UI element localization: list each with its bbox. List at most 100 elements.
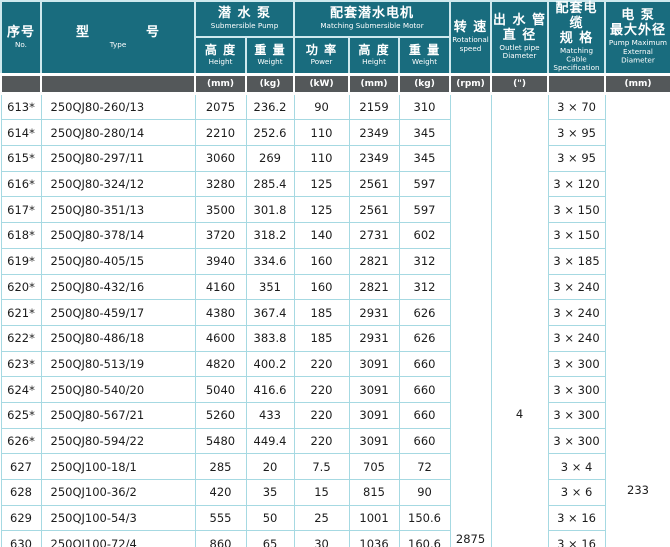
cell-cable-spec: 3 × 70 xyxy=(548,93,605,120)
col-header-max-diameter: 电 泵 最大外径 Pump Maximum External Diameter xyxy=(605,1,670,74)
cell-cable-spec: 3 × 4 xyxy=(548,454,605,480)
cell-no: 621* xyxy=(1,300,41,326)
cell-no: 627 xyxy=(1,454,41,480)
table-row: 613*250QJ80-260/132075236.29021593102875… xyxy=(1,93,670,120)
cell-power: 220 xyxy=(294,428,349,454)
table-row: 630250QJ100-72/486065301036160.63 × 16 xyxy=(1,531,670,547)
cell-type: 250QJ80-260/13 xyxy=(41,93,195,120)
cell-pump-weight: 383.8 xyxy=(246,325,294,351)
cell-power: 220 xyxy=(294,402,349,428)
cell-cable-spec: 3 × 240 xyxy=(548,274,605,300)
cell-motor-weight: 602 xyxy=(399,223,450,249)
cell-pump-weight: 433 xyxy=(246,402,294,428)
unit-motor-weight: (kg) xyxy=(399,74,450,93)
cell-power: 110 xyxy=(294,120,349,146)
table-row: 629250QJ100-54/355550251001150.63 × 16 xyxy=(1,505,670,531)
motor-weight-zh: 重 量 xyxy=(400,44,449,58)
cell-cable-spec: 3 × 185 xyxy=(548,248,605,274)
table-row: 614*250QJ80-280/142210252.611023493453 ×… xyxy=(1,120,670,146)
col-header-type: 型 号 Type xyxy=(41,1,195,74)
cell-cable-spec: 3 × 300 xyxy=(548,402,605,428)
cell-pump-weight: 367.4 xyxy=(246,300,294,326)
pump-weight-zh: 重 量 xyxy=(247,44,293,58)
cell-no: 615* xyxy=(1,146,41,172)
cell-pump-weight: 318.2 xyxy=(246,223,294,249)
cell-cable-spec: 3 × 150 xyxy=(548,223,605,249)
table-row: 621*250QJ80-459/174380367.418529316263 ×… xyxy=(1,300,670,326)
motor-height-zh: 高 度 xyxy=(350,44,398,58)
cell-pump-height: 2210 xyxy=(195,120,246,146)
cell-type: 250QJ80-459/17 xyxy=(41,300,195,326)
max-diameter-box: 233 xyxy=(606,95,670,547)
cell-cable-spec: 3 × 95 xyxy=(548,120,605,146)
power-en: Power xyxy=(296,58,347,66)
cell-pump-weight: 20 xyxy=(246,454,294,480)
col-header-type-en: Type xyxy=(45,41,191,49)
cell-motor-weight: 160.6 xyxy=(399,531,450,547)
motor-weight-en: Weight xyxy=(401,58,448,66)
cell-cable-spec: 3 × 300 xyxy=(548,351,605,377)
cell-no: 617* xyxy=(1,197,41,223)
outlet-zh1: 出 水 管 xyxy=(492,14,547,29)
cell-pump-weight: 351 xyxy=(246,274,294,300)
table-row: 617*250QJ80-351/133500301.812525615973 ×… xyxy=(1,197,670,223)
cell-type: 250QJ100-54/3 xyxy=(41,505,195,531)
cell-pump-weight: 236.2 xyxy=(246,93,294,120)
cell-motor-weight: 597 xyxy=(399,197,450,223)
pump-weight-en: Weight xyxy=(248,58,292,66)
table-row: 622*250QJ80-486/184600383.818529316263 ×… xyxy=(1,325,670,351)
table-row: 623*250QJ80-513/194820400.222030916603 ×… xyxy=(1,351,670,377)
cell-motor-weight: 312 xyxy=(399,274,450,300)
cell-motor-height: 2349 xyxy=(349,146,399,172)
cell-power: 185 xyxy=(294,300,349,326)
cell-pump-weight: 400.2 xyxy=(246,351,294,377)
cell-cable-spec: 3 × 16 xyxy=(548,531,605,547)
unit-pump-height: (mm) xyxy=(195,74,246,93)
cell-pump-height: 4820 xyxy=(195,351,246,377)
cell-cable-spec: 3 × 150 xyxy=(548,197,605,223)
cell-pump-height: 285 xyxy=(195,454,246,480)
cell-no: 628 xyxy=(1,480,41,506)
cell-pump-height: 3060 xyxy=(195,146,246,172)
cell-power: 140 xyxy=(294,223,349,249)
cell-power: 7.5 xyxy=(294,454,349,480)
cell-pump-weight: 334.6 xyxy=(246,248,294,274)
cell-motor-weight: 150.6 xyxy=(399,505,450,531)
cell-pump-height: 3280 xyxy=(195,171,246,197)
cell-cable-spec: 3 × 16 xyxy=(548,505,605,531)
units-row: (mm) (kg) (kW) (mm) (kg) (rpm) (") (mm) xyxy=(1,74,670,93)
cell-type: 250QJ80-405/15 xyxy=(41,248,195,274)
cell-no: 613* xyxy=(1,93,41,120)
unit-cable xyxy=(548,74,605,93)
max-diameter-value: 233 xyxy=(606,483,670,497)
cell-no: 625* xyxy=(1,402,41,428)
cell-type: 250QJ80-594/22 xyxy=(41,428,195,454)
rotational-speed-value: 2875 xyxy=(451,532,491,546)
unit-motor-height: (mm) xyxy=(349,74,399,93)
cell-pump-weight: 301.8 xyxy=(246,197,294,223)
cell-pump-height: 4600 xyxy=(195,325,246,351)
cell-power: 160 xyxy=(294,248,349,274)
cell-power: 15 xyxy=(294,480,349,506)
cell-pump-weight: 285.4 xyxy=(246,171,294,197)
cell-type: 250QJ80-486/18 xyxy=(41,325,195,351)
table-row: 616*250QJ80-324/123280285.412525615973 ×… xyxy=(1,171,670,197)
cell-pump-weight: 35 xyxy=(246,480,294,506)
cell-power: 110 xyxy=(294,146,349,172)
cell-no: 629 xyxy=(1,505,41,531)
pump-spec-sheet: 序号 No. 型 号 Type 潜 水 泵 Submersible Pump 配… xyxy=(0,0,670,547)
cell-pump-height: 2075 xyxy=(195,93,246,120)
cell-pump-height: 3720 xyxy=(195,223,246,249)
cell-pump-height: 5040 xyxy=(195,377,246,403)
cell-no: 620* xyxy=(1,274,41,300)
cell-pump-height: 420 xyxy=(195,480,246,506)
cell-type: 250QJ80-280/14 xyxy=(41,120,195,146)
col-header-no-en: No. xyxy=(3,41,39,49)
pump-group-zh: 潜 水 泵 xyxy=(196,7,293,22)
col-header-motor-height: 高 度 Height xyxy=(349,37,399,74)
motor-group-en: Matching Submersible Motor xyxy=(298,22,446,30)
table-row: 619*250QJ80-405/153940334.616028213123 ×… xyxy=(1,248,670,274)
cell-pump-height: 3500 xyxy=(195,197,246,223)
cell-no: 630 xyxy=(1,531,41,547)
cell-motor-height: 1036 xyxy=(349,531,399,547)
